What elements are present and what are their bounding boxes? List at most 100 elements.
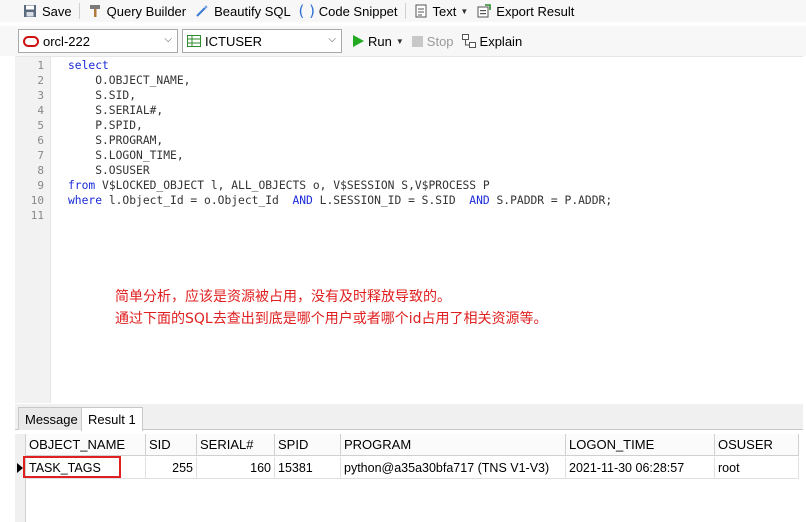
code-line[interactable]: P.SPID, [68, 119, 143, 132]
sql-keyword: select [68, 59, 109, 72]
sql-text: S.PADDR = P.ADDR; [489, 194, 613, 207]
main-toolbar: Save Query Builder Beautify SQL ( ) Code… [0, 0, 806, 22]
run-toolbar: orcl-222 ⌵ ICTUSER ⌵ Run ▼ Stop Explain [0, 26, 806, 56]
code-line[interactable]: S.PROGRAM, [68, 134, 163, 147]
annotation-line-2: 通过下面的SQL去查出到底是哪个用户或者哪个id占用了相关资源等。 [115, 311, 548, 327]
stop-button[interactable]: Stop [408, 29, 458, 53]
export-result-label: Export Result [496, 3, 575, 19]
table-cell[interactable]: 160 [197, 457, 275, 479]
line-number: 3 [37, 89, 44, 102]
result-grid: OBJECT_NAME SID SERIAL# SPID PROGRAM LOG… [15, 434, 801, 522]
column-header[interactable]: LOGON_TIME [566, 434, 715, 456]
query-builder-button[interactable]: Query Builder [83, 0, 190, 22]
sql-text: S.PROGRAM, [68, 134, 164, 147]
schema-select[interactable]: ICTUSER ⌵ [182, 29, 342, 53]
chevron-down-icon: ⌵ [164, 34, 172, 45]
tab-result-1[interactable]: Result 1 [81, 407, 143, 431]
table-cell[interactable]: 255 [146, 457, 197, 479]
line-number: 11 [30, 209, 44, 222]
line-number: 8 [37, 164, 44, 177]
sql-keyword: AND [469, 194, 490, 207]
parentheses-icon: ( ) [298, 2, 315, 20]
code-line[interactable]: from V$LOCKED_OBJECT l, ALL_OBJECTS o, V… [68, 179, 490, 192]
column-header[interactable]: SERIAL# [197, 434, 275, 456]
highlight-box [23, 456, 121, 478]
run-label: Run [368, 33, 392, 49]
line-number: 1 [37, 59, 44, 72]
save-icon [22, 3, 38, 19]
stop-icon [411, 35, 423, 47]
explain-button[interactable]: Explain [458, 29, 527, 53]
code-line[interactable]: O.OBJECT_NAME, [68, 74, 190, 87]
column-header[interactable]: OBJECT_NAME [26, 434, 146, 456]
chevron-down-icon: ▼ [395, 36, 404, 46]
line-number: 5 [37, 119, 44, 132]
tab-message-label: Message [25, 411, 78, 427]
column-header[interactable]: SPID [275, 434, 341, 456]
sql-text: V$LOCKED_OBJECT l, ALL_OBJECTS o, V$SESS… [95, 179, 490, 192]
save-button[interactable]: Save [18, 0, 76, 22]
table-cell[interactable]: 15381 [275, 457, 341, 479]
run-button[interactable]: Run ▼ [348, 29, 408, 53]
connection-value: orcl-222 [43, 33, 90, 49]
query-builder-label: Query Builder [106, 3, 187, 19]
sql-text: S.OSUSER [68, 164, 150, 177]
stop-label: Stop [426, 33, 454, 49]
play-icon [352, 35, 364, 47]
table-cell[interactable]: python@a35a30bfa717 (TNS V1-V3) [341, 457, 566, 479]
line-number: 10 [30, 194, 44, 207]
row-indicator-column [15, 434, 26, 522]
text-mode-label: Text [432, 3, 457, 19]
line-number: 4 [37, 104, 44, 117]
sql-text: O.OBJECT_NAME, [68, 74, 191, 87]
text-mode-dropdown[interactable]: Text ▼ [409, 0, 473, 22]
code-snippet-button[interactable]: ( ) Code Snippet [295, 0, 402, 22]
explain-icon [461, 34, 476, 48]
document-icon [413, 3, 429, 19]
export-icon [476, 3, 492, 19]
annotation-line-1: 简单分析，应该是资源被占用，没有及时释放导致的。 [115, 289, 451, 305]
result-tabs: Message Result 1 [15, 404, 803, 431]
schema-icon [187, 35, 201, 47]
column-header[interactable]: OSUSER [715, 434, 799, 456]
table-cell[interactable]: 2021-11-30 06:28:57 [566, 457, 715, 479]
code-line[interactable]: S.SERIAL#, [68, 104, 163, 117]
beautify-sql-button[interactable]: Beautify SQL [190, 0, 295, 22]
code-line[interactable]: S.SID, [68, 89, 136, 102]
line-number: 6 [37, 134, 44, 147]
tab-result-1-label: Result 1 [88, 412, 136, 427]
connection-select[interactable]: orcl-222 ⌵ [18, 29, 178, 53]
table-cell[interactable]: root [715, 457, 799, 479]
code-line[interactable]: S.LOGON_TIME, [68, 149, 183, 162]
column-header[interactable]: PROGRAM [341, 434, 566, 456]
sql-text: P.SPID, [68, 119, 143, 132]
tab-message[interactable]: Message [18, 407, 85, 430]
chevron-down-icon: ▼ [460, 6, 469, 16]
line-number: 9 [37, 179, 44, 192]
sql-keyword: where [68, 194, 103, 207]
code-line[interactable]: select [68, 59, 109, 72]
sql-keyword: from [68, 179, 96, 192]
line-number-gutter: 1 2 3 4 5 6 7 8 9 10 11 [15, 57, 51, 403]
schema-value: ICTUSER [205, 33, 263, 49]
oracle-connection-icon [23, 35, 39, 47]
line-number: 2 [37, 74, 44, 87]
toolbar-divider [404, 3, 406, 19]
code-snippet-label: Code Snippet [318, 3, 398, 19]
sql-text: S.SERIAL#, [68, 104, 164, 117]
sql-editor[interactable]: 1 2 3 4 5 6 7 8 9 10 11 select O.OBJECT_… [15, 56, 803, 403]
chevron-down-icon: ⌵ [328, 34, 336, 45]
explain-label: Explain [479, 33, 523, 49]
toolbar-divider [78, 3, 80, 19]
export-result-button[interactable]: Export Result [472, 0, 578, 22]
hammer-icon [87, 3, 103, 19]
code-line[interactable]: where l.Object_Id = o.Object_Id AND L.SE… [68, 194, 612, 207]
sql-text: L.SESSION_ID = S.SID [312, 194, 470, 207]
save-label: Save [42, 3, 72, 19]
column-header[interactable]: SID [146, 434, 197, 456]
sql-text: S.SID, [68, 89, 137, 102]
line-number: 7 [37, 149, 44, 162]
code-line[interactable]: S.OSUSER [68, 164, 150, 177]
beautify-sql-label: Beautify SQL [214, 3, 291, 19]
sql-keyword: AND [292, 194, 313, 207]
